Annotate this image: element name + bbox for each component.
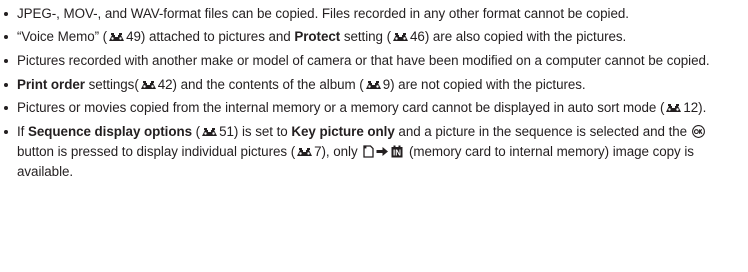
bullet-icon [4, 59, 8, 63]
note-text: If [17, 124, 29, 139]
note-text: setting ( [340, 29, 392, 44]
ok-button-icon [691, 125, 705, 138]
bullet-icon [4, 83, 8, 87]
page-reference[interactable]: 7 [314, 144, 321, 159]
page-reference[interactable]: 42 [158, 77, 173, 92]
memory-card-icon [363, 145, 374, 158]
setting-name: Print order [17, 77, 85, 92]
note-item: Pictures or movies copied from the inter… [0, 98, 748, 118]
reference-page-icon [201, 127, 218, 137]
note-item: Pictures recorded with another make or m… [0, 51, 748, 71]
note-text: ) are also copied with the pictures. [424, 29, 627, 44]
note-text: ). [698, 100, 707, 115]
reference-page-icon [392, 32, 409, 42]
note-text: ) attached to pictures and [140, 29, 295, 44]
reference-page-icon [296, 147, 313, 157]
note-text: ), only [321, 144, 362, 159]
page-reference[interactable]: 9 [383, 77, 390, 92]
arrow-right-icon [376, 145, 389, 158]
note-text: and a picture in the sequence is selecte… [394, 124, 691, 139]
notes-list: JPEG-, MOV-, and WAV-format files can be… [0, 4, 748, 182]
setting-name: Protect [294, 29, 341, 44]
internal-memory-icon: IN [391, 145, 403, 158]
note-text: ) is set to [233, 124, 292, 139]
setting-name: Sequence display options [28, 124, 193, 139]
note-text: ) and the contents of the album ( [172, 77, 364, 92]
note-text: ) are not copied with the pictures. [390, 77, 586, 92]
notes-page: JPEG-, MOV-, and WAV-format files can be… [0, 0, 748, 272]
note-item: “Voice Memo” ( 49) attached to pictures a… [0, 27, 748, 47]
bullet-icon [4, 106, 8, 110]
bullet-icon [4, 130, 8, 134]
bullet-icon [4, 12, 8, 16]
note-text: Pictures recorded with another make or m… [17, 53, 710, 68]
page-reference[interactable]: 12 [683, 100, 698, 115]
note-text: Pictures or movies copied from the inter… [17, 100, 665, 115]
note-text: “Voice Memo” ( [17, 29, 108, 44]
reference-page-icon [140, 80, 157, 90]
note-item: Print order settings( 42) and the content… [0, 75, 748, 95]
setting-value: Key picture only [291, 124, 395, 139]
note-text: ( [192, 124, 201, 139]
note-text: settings( [84, 77, 139, 92]
reference-page-icon [108, 32, 125, 42]
reference-page-icon [665, 103, 682, 113]
page-reference[interactable]: 49 [126, 29, 141, 44]
note-text: JPEG-, MOV-, and WAV-format files can be… [17, 6, 629, 21]
page-reference[interactable]: 46 [410, 29, 425, 44]
note-item: If Sequence display options (51) is set … [0, 122, 748, 182]
page-reference[interactable]: 51 [219, 124, 234, 139]
note-item: JPEG-, MOV-, and WAV-format files can be… [0, 4, 748, 24]
bullet-icon [4, 35, 8, 39]
note-text: button is pressed to display individual … [17, 144, 296, 159]
svg-text:IN: IN [393, 149, 401, 158]
reference-page-icon [365, 80, 382, 90]
